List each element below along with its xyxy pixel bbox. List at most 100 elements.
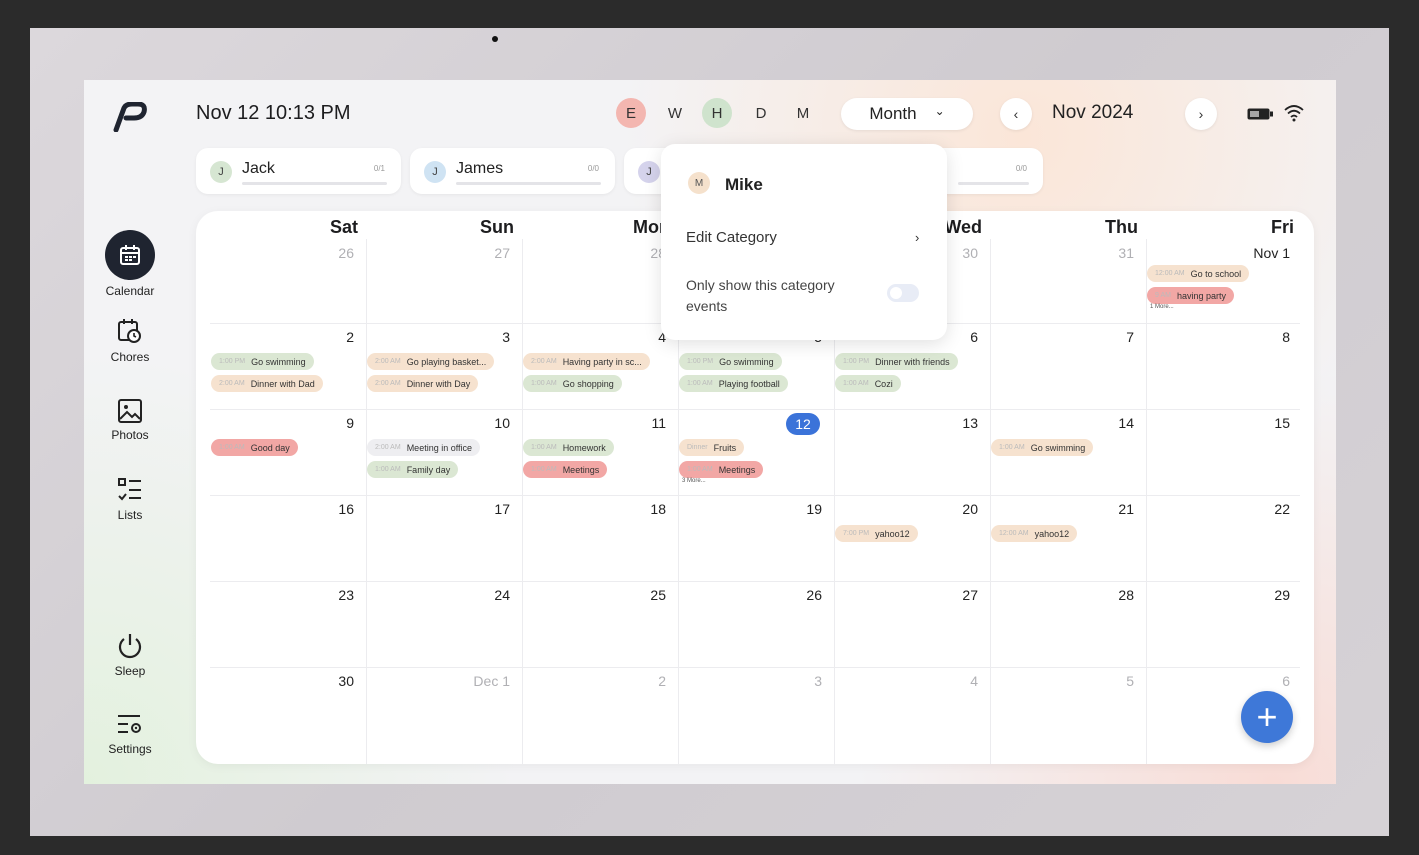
event-time: 9 AM bbox=[1155, 292, 1171, 299]
person-name: Jack bbox=[242, 160, 275, 177]
chevron-down-icon: ⌄ bbox=[934, 104, 945, 118]
event-time: 2:00 AM bbox=[375, 380, 401, 387]
avatar: J bbox=[638, 161, 660, 183]
calendar-event[interactable]: 1:00 AM Meetings bbox=[679, 461, 764, 478]
app-logo bbox=[113, 102, 147, 132]
current-datetime: Nov 12 10:13 PM bbox=[196, 102, 351, 124]
calendar-event[interactable]: 1:00 AM Playing football bbox=[679, 375, 788, 392]
day-number: 22 bbox=[1274, 501, 1290, 517]
sidebar-item-photos[interactable]: Photos bbox=[84, 398, 176, 442]
day-number: 26 bbox=[806, 587, 822, 603]
battery-icon bbox=[1247, 108, 1273, 120]
filter-w[interactable]: W bbox=[660, 98, 690, 128]
day-number: 20 bbox=[962, 501, 978, 517]
today-badge: 12 bbox=[786, 413, 820, 435]
day-of-week-header: Fri bbox=[1270, 217, 1294, 237]
calendar-event[interactable]: 1:00 AM Family day bbox=[367, 461, 459, 478]
event-time: 12:00 AM bbox=[1155, 270, 1185, 277]
event-title: Fruits bbox=[713, 442, 737, 453]
calendar-event[interactable]: 2:00 AM Go playing basket... bbox=[367, 353, 495, 370]
sidebar: Calendar Chores Photos Lists Sleep Setti bbox=[84, 80, 176, 784]
popup-avatar: M bbox=[688, 172, 710, 194]
calendar-event[interactable]: 7:00 PM yahoo12 bbox=[835, 525, 918, 542]
calendar-event[interactable]: 2:00 AM Dinner with Dad bbox=[211, 375, 323, 392]
only-show-category-toggle[interactable] bbox=[887, 284, 919, 302]
sidebar-item-chores[interactable]: Chores bbox=[84, 318, 176, 364]
person-name: James bbox=[456, 160, 504, 177]
day-number: 7 bbox=[1126, 329, 1134, 345]
calendar-event[interactable]: 1:00 PM Go swimming bbox=[679, 353, 782, 370]
filter-d[interactable]: D bbox=[746, 98, 776, 128]
day-number: 29 bbox=[1274, 587, 1290, 603]
more-events-link[interactable]: 3 More... bbox=[682, 478, 706, 484]
filter-e[interactable]: E bbox=[616, 98, 646, 128]
calendar-event[interactable]: 1:00 PM Go swimming bbox=[211, 353, 314, 370]
sidebar-label-sleep: Sleep bbox=[114, 664, 146, 678]
day-number: 3 bbox=[814, 673, 822, 689]
sidebar-item-sleep[interactable]: Sleep bbox=[84, 632, 176, 678]
calendar-event[interactable]: 1:00 AM Good day bbox=[211, 439, 298, 456]
person-card-jack[interactable]: J Jack 0/1 bbox=[196, 148, 401, 194]
only-show-category-label: Only show this category events bbox=[686, 277, 835, 314]
day-number: 25 bbox=[650, 587, 666, 603]
day-number: 4 bbox=[970, 673, 978, 689]
calendar-event[interactable]: 9 AM having party bbox=[1147, 287, 1234, 304]
sidebar-item-calendar[interactable]: Calendar bbox=[84, 230, 176, 298]
settings-icon bbox=[118, 715, 141, 733]
event-time: 1:00 PM bbox=[843, 358, 870, 365]
event-title: Go swimming bbox=[251, 356, 306, 367]
event-title: Good day bbox=[250, 442, 290, 453]
calendar-event[interactable]: 2:00 AM Meeting in office bbox=[367, 439, 481, 456]
person-task-count: 0/1 bbox=[373, 164, 385, 173]
calendar-event[interactable]: 1:00 AM Go swimming bbox=[991, 439, 1094, 456]
event-title: Go to school bbox=[1190, 268, 1242, 279]
calendar-event[interactable]: 1:00 AM Meetings bbox=[523, 461, 608, 478]
person-card-james[interactable]: J James 0/0 bbox=[410, 148, 615, 194]
event-title: having party bbox=[1176, 290, 1226, 301]
calendar-event[interactable]: 1:00 AM Homework bbox=[523, 439, 614, 456]
next-month-button[interactable]: › bbox=[1185, 98, 1217, 130]
calendar-event[interactable]: 12:00 AM Go to school bbox=[1147, 265, 1250, 282]
sidebar-label-chores: Chores bbox=[110, 350, 150, 364]
day-number: 14 bbox=[1118, 415, 1134, 431]
prev-month-button[interactable]: ‹ bbox=[1000, 98, 1032, 130]
day-number: 5 bbox=[1126, 673, 1134, 689]
day-number: 16 bbox=[338, 501, 354, 517]
calendar-event[interactable]: Dinner Fruits bbox=[679, 439, 745, 456]
filter-m[interactable]: M bbox=[788, 98, 818, 128]
camera-dot bbox=[492, 36, 498, 42]
sidebar-item-lists[interactable]: Lists bbox=[84, 476, 176, 522]
calendar-event[interactable]: 1:00 AM Go shopping bbox=[523, 375, 622, 392]
event-title: Meeting in office bbox=[406, 442, 473, 453]
calendar-event[interactable]: 1:00 AM Cozi bbox=[835, 375, 901, 392]
event-title: Dinner with Day bbox=[406, 378, 471, 389]
calendar-event[interactable]: 2:00 AM Having party in sc... bbox=[523, 353, 650, 370]
event-title: Go playing basket... bbox=[406, 356, 487, 367]
day-number: 18 bbox=[650, 501, 666, 517]
event-title: Family day bbox=[406, 464, 451, 475]
day-number: 21 bbox=[1118, 501, 1134, 517]
event-time: 2:00 AM bbox=[531, 358, 557, 365]
sidebar-item-settings[interactable]: Settings bbox=[84, 712, 176, 756]
event-time: 1:00 AM bbox=[531, 466, 557, 473]
day-number: 9 bbox=[346, 415, 354, 431]
more-events-link[interactable]: 1 More... bbox=[1150, 304, 1174, 310]
view-mode-select[interactable]: Month ⌄ bbox=[841, 98, 973, 130]
day-number: 8 bbox=[1282, 329, 1290, 345]
event-time: 1:00 AM bbox=[687, 466, 713, 473]
wifi-icon bbox=[1284, 105, 1304, 122]
day-number: 11 bbox=[651, 415, 666, 431]
filter-h[interactable]: H bbox=[702, 98, 732, 128]
event-title: Go swimming bbox=[1030, 442, 1086, 453]
power-icon bbox=[118, 634, 142, 659]
edit-category-item[interactable]: Edit Category bbox=[686, 229, 777, 246]
day-number: 27 bbox=[494, 245, 510, 261]
calendar-event[interactable]: 1:00 PM Dinner with friends bbox=[835, 353, 958, 370]
add-event-button[interactable]: + bbox=[1241, 691, 1293, 743]
day-number: 19 bbox=[806, 501, 822, 517]
calendar-event[interactable]: 12:00 AM yahoo12 bbox=[991, 525, 1078, 542]
lists-icon bbox=[118, 478, 141, 501]
calendar-event[interactable]: 2:00 AM Dinner with Day bbox=[367, 375, 479, 392]
day-of-week-header: Mon bbox=[633, 217, 670, 237]
progress-bar bbox=[242, 182, 387, 185]
